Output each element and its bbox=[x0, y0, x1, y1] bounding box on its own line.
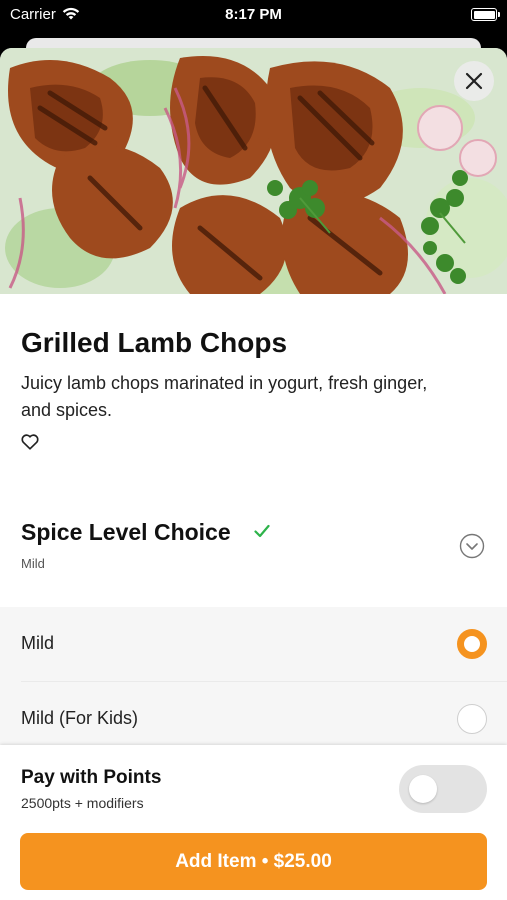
close-button[interactable] bbox=[454, 61, 494, 101]
battery-icon bbox=[471, 8, 500, 21]
radio-unselected[interactable] bbox=[457, 704, 487, 734]
checkmark-icon bbox=[254, 524, 270, 538]
collapse-toggle-button[interactable] bbox=[459, 533, 485, 564]
pay-with-points-toggle[interactable] bbox=[399, 765, 487, 813]
chevron-down-icon bbox=[459, 533, 485, 559]
checkout-footer: Pay with Points 2500pts + modifiers Add … bbox=[0, 745, 507, 900]
clock-time: 8:17 PM bbox=[225, 6, 282, 23]
modifier-group-title: Spice Level Choice bbox=[21, 519, 231, 545]
option-mild[interactable]: Mild bbox=[0, 607, 507, 682]
dish-photo bbox=[0, 48, 507, 294]
item-title: Grilled Lamb Chops bbox=[21, 327, 288, 358]
modifier-selected-summary: Mild bbox=[21, 556, 45, 571]
item-detail-sheet: Grilled Lamb Chops Juicy lamb chops mari… bbox=[0, 48, 507, 900]
add-item-button[interactable]: Add Item • $25.00 bbox=[20, 833, 487, 890]
close-icon bbox=[465, 72, 483, 90]
toggle-knob bbox=[409, 775, 437, 803]
option-label: Mild (For Kids) bbox=[21, 708, 139, 728]
radio-selected[interactable] bbox=[457, 629, 487, 659]
pay-with-points-title: Pay with Points bbox=[21, 767, 162, 788]
favorite-heart-icon[interactable] bbox=[21, 434, 39, 455]
item-description: Juicy lamb chops marinated in yogurt, fr… bbox=[21, 373, 428, 420]
pay-with-points-subtitle: 2500pts + modifiers bbox=[21, 795, 144, 811]
status-bar: Carrier 8:17 PM bbox=[0, 0, 507, 30]
option-label: Mild bbox=[21, 633, 55, 653]
